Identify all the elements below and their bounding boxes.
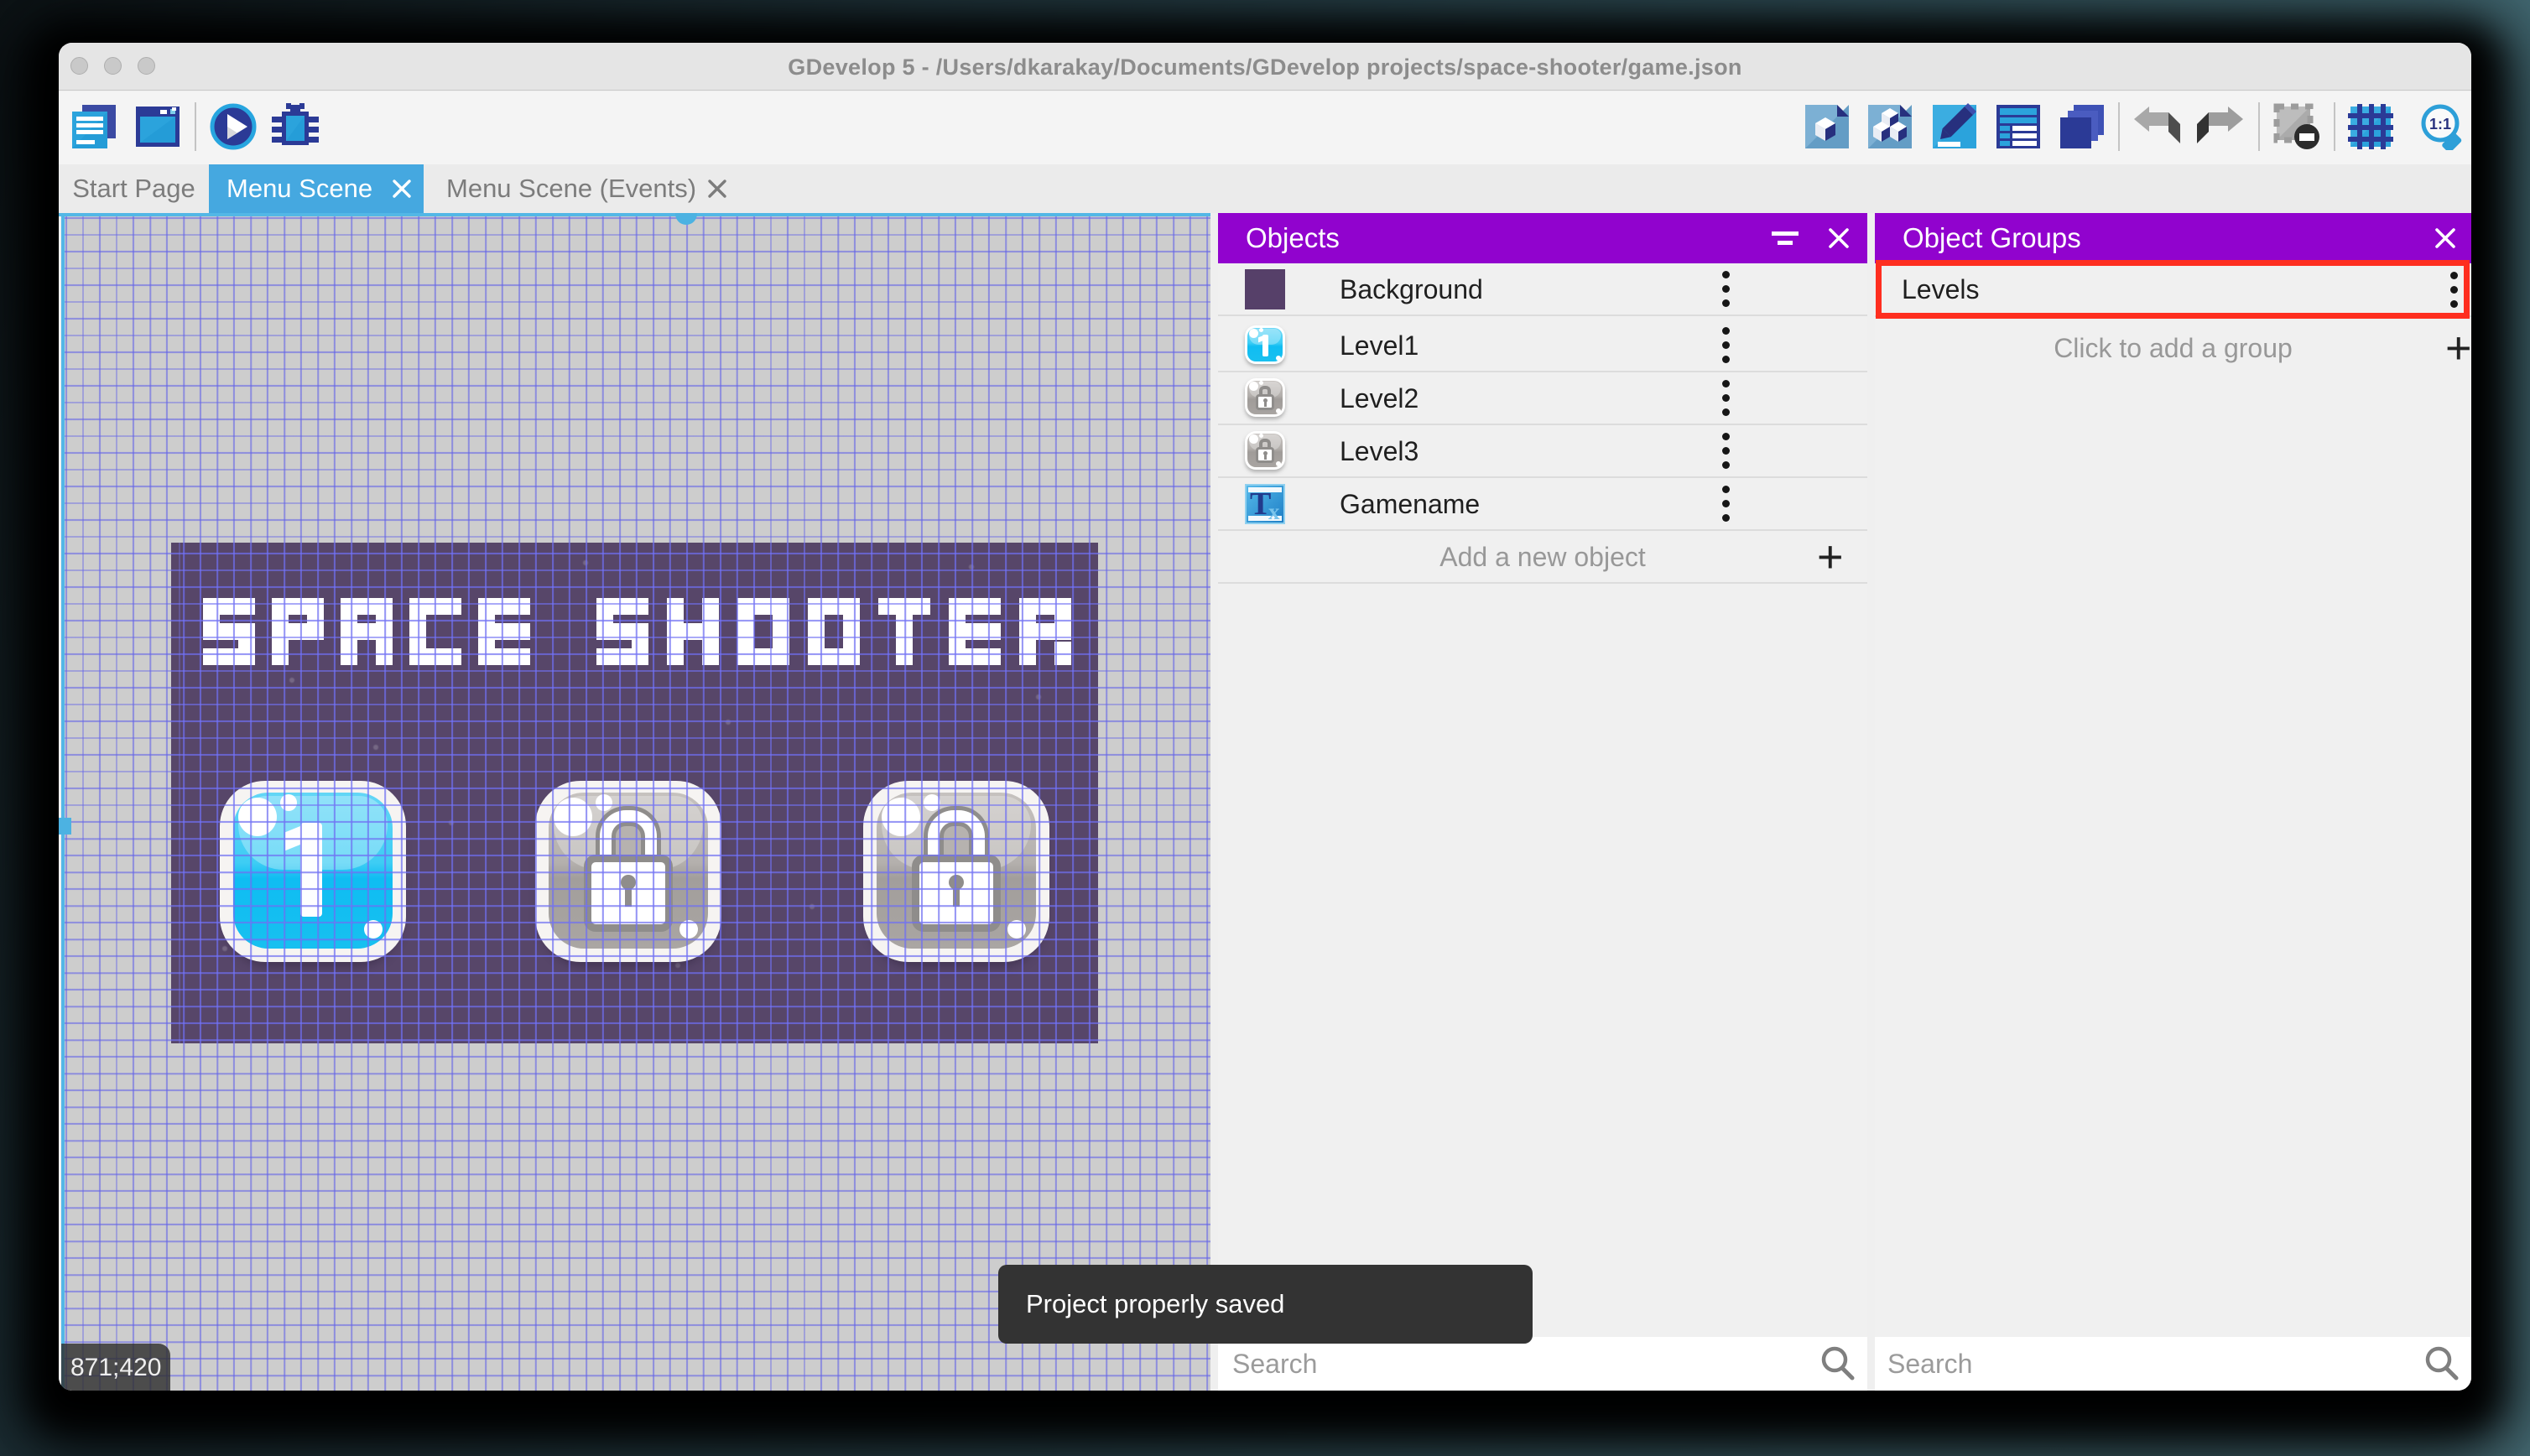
svg-text:1:1: 1:1	[2429, 116, 2451, 133]
